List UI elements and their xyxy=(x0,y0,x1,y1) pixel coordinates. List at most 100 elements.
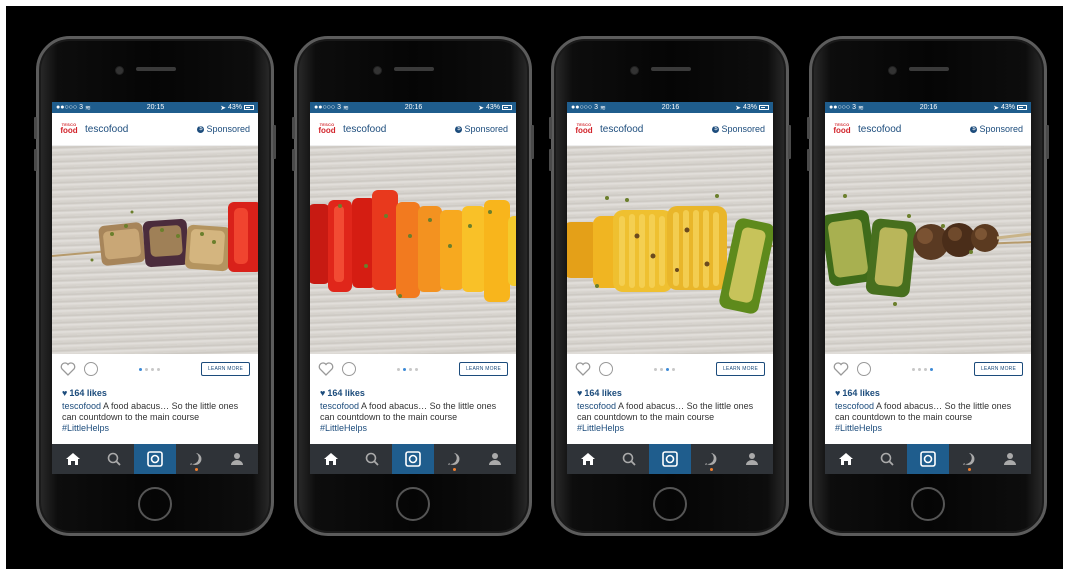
tesco-food-logo[interactable]: TESCO food xyxy=(318,120,336,138)
phone-3: ●●○○○ 3 ≋ 20:16 ➤ 43% TESCO food tescofood … xyxy=(549,36,791,536)
battery-icon xyxy=(502,105,512,110)
front-camera xyxy=(630,66,639,75)
corn-courgette-skewer-image xyxy=(567,194,773,314)
home-button[interactable] xyxy=(911,487,945,521)
speaker-grille xyxy=(394,67,434,71)
learn-more-button[interactable]: LEARN MORE xyxy=(973,362,1023,376)
notification-dot xyxy=(968,468,972,471)
tab-camera[interactable] xyxy=(649,444,691,474)
hashtag-link[interactable]: #LittleHelps xyxy=(320,423,367,433)
tab-activity[interactable] xyxy=(434,444,475,474)
account-name[interactable]: tescofood xyxy=(858,124,901,135)
front-camera xyxy=(888,66,897,75)
likes-count[interactable]: ♥ 164 likes xyxy=(567,384,773,401)
caption-username[interactable]: tescofood xyxy=(577,401,616,411)
sponsored-label[interactable]: $ Sponsored xyxy=(455,124,508,134)
carousel-indicator xyxy=(653,367,675,371)
instagram-screen: ●●○○○ 3 ≋ 20:16 ➤ 43% TESCO food tescofood … xyxy=(310,102,516,474)
phone-1: ●●○○○ 3 ≋ 20:15 ➤ 43% TESCO food tescofood … xyxy=(34,36,276,536)
tab-profile[interactable] xyxy=(990,444,1031,474)
tab-home[interactable] xyxy=(52,444,93,474)
tab-camera[interactable] xyxy=(134,444,176,474)
wifi-icon: ≋ xyxy=(342,104,349,112)
tab-camera[interactable] xyxy=(392,444,434,474)
status-bar: ●●○○○ 3 ≋ 20:16 ➤ 43% xyxy=(825,102,1031,113)
comment-icon[interactable] xyxy=(84,362,98,376)
like-heart-icon[interactable] xyxy=(318,362,334,376)
pepper-skewer-image xyxy=(310,190,516,302)
tab-home[interactable] xyxy=(310,444,351,474)
instagram-screen: ●●○○○ 3 ≋ 20:16 ➤ 43% TESCO food tescofood … xyxy=(567,102,773,474)
home-button[interactable] xyxy=(653,487,687,521)
aubergine-pepper-skewer-image xyxy=(52,202,258,272)
profile-icon xyxy=(746,453,759,465)
battery-percent: 43% xyxy=(227,104,242,111)
post-actions: LEARN MORE xyxy=(825,354,1031,384)
carousel-indicator xyxy=(138,367,160,371)
hashtag-link[interactable]: #LittleHelps xyxy=(835,423,882,433)
phone-2: ●●○○○ 3 ≋ 20:16 ➤ 43% TESCO food tescofood … xyxy=(292,36,534,536)
battery-percent: 43% xyxy=(485,104,500,111)
learn-more-button[interactable]: LEARN MORE xyxy=(715,362,765,376)
likes-count[interactable]: ♥ 164 likes xyxy=(825,384,1031,401)
likes-count[interactable]: ♥ 164 likes xyxy=(52,384,258,401)
tesco-food-logo[interactable]: TESCO food xyxy=(60,120,78,138)
notification-dot xyxy=(710,468,714,471)
tab-search[interactable] xyxy=(351,444,392,474)
post-photo[interactable] xyxy=(825,146,1031,354)
comment-icon[interactable] xyxy=(599,362,613,376)
tab-activity[interactable] xyxy=(691,444,732,474)
like-heart-icon[interactable] xyxy=(575,362,591,376)
tab-camera[interactable] xyxy=(907,444,949,474)
hashtag-link[interactable]: #LittleHelps xyxy=(62,423,109,433)
tab-home[interactable] xyxy=(825,444,866,474)
activity-icon xyxy=(705,453,717,465)
likes-count[interactable]: ♥ 164 likes xyxy=(310,384,516,401)
post-caption: tescofood A food abacus… So the little o… xyxy=(310,401,516,434)
tab-search[interactable] xyxy=(866,444,907,474)
post-photo[interactable] xyxy=(567,146,773,354)
post-photo[interactable] xyxy=(52,146,258,354)
status-bar: ●●○○○ 3 ≋ 20:15 ➤ 43% xyxy=(52,102,258,113)
tab-activity[interactable] xyxy=(949,444,990,474)
comment-icon[interactable] xyxy=(342,362,356,376)
tab-profile[interactable] xyxy=(217,444,258,474)
tab-profile[interactable] xyxy=(475,444,516,474)
post-photo[interactable] xyxy=(310,146,516,354)
profile-icon xyxy=(1004,453,1017,465)
account-name[interactable]: tescofood xyxy=(85,124,128,135)
sponsored-icon: $ xyxy=(712,125,720,133)
tesco-food-logo[interactable]: TESCO food xyxy=(575,120,593,138)
like-heart-icon[interactable] xyxy=(833,362,849,376)
sponsored-label[interactable]: $ Sponsored xyxy=(712,124,765,134)
tab-home[interactable] xyxy=(567,444,608,474)
tab-profile[interactable] xyxy=(732,444,773,474)
account-name[interactable]: tescofood xyxy=(600,124,643,135)
tab-search[interactable] xyxy=(93,444,134,474)
home-button[interactable] xyxy=(396,487,430,521)
tesco-food-logo[interactable]: TESCO food xyxy=(833,120,851,138)
caption-username[interactable]: tescofood xyxy=(320,401,359,411)
post-caption: tescofood A food abacus… So the little o… xyxy=(825,401,1031,434)
account-name[interactable]: tescofood xyxy=(343,124,386,135)
carrier-signal: ●●○○○ 3 xyxy=(571,104,598,111)
hashtag-link[interactable]: #LittleHelps xyxy=(577,423,624,433)
profile-icon xyxy=(489,453,502,465)
caption-username[interactable]: tescofood xyxy=(62,401,101,411)
status-bar: ●●○○○ 3 ≋ 20:16 ➤ 43% xyxy=(310,102,516,113)
wifi-icon: ≋ xyxy=(84,104,91,112)
sponsored-label[interactable]: $ Sponsored xyxy=(197,124,250,134)
learn-more-button[interactable]: LEARN MORE xyxy=(200,362,250,376)
like-heart-icon[interactable] xyxy=(60,362,76,376)
speaker-grille xyxy=(651,67,691,71)
bottom-tab-bar xyxy=(52,444,258,474)
activity-icon xyxy=(963,453,975,465)
location-icon: ➤ xyxy=(478,104,484,112)
sponsored-label[interactable]: $ Sponsored xyxy=(970,124,1023,134)
home-button[interactable] xyxy=(138,487,172,521)
learn-more-button[interactable]: LEARN MORE xyxy=(458,362,508,376)
tab-search[interactable] xyxy=(608,444,649,474)
caption-username[interactable]: tescofood xyxy=(835,401,874,411)
tab-activity[interactable] xyxy=(176,444,217,474)
comment-icon[interactable] xyxy=(857,362,871,376)
